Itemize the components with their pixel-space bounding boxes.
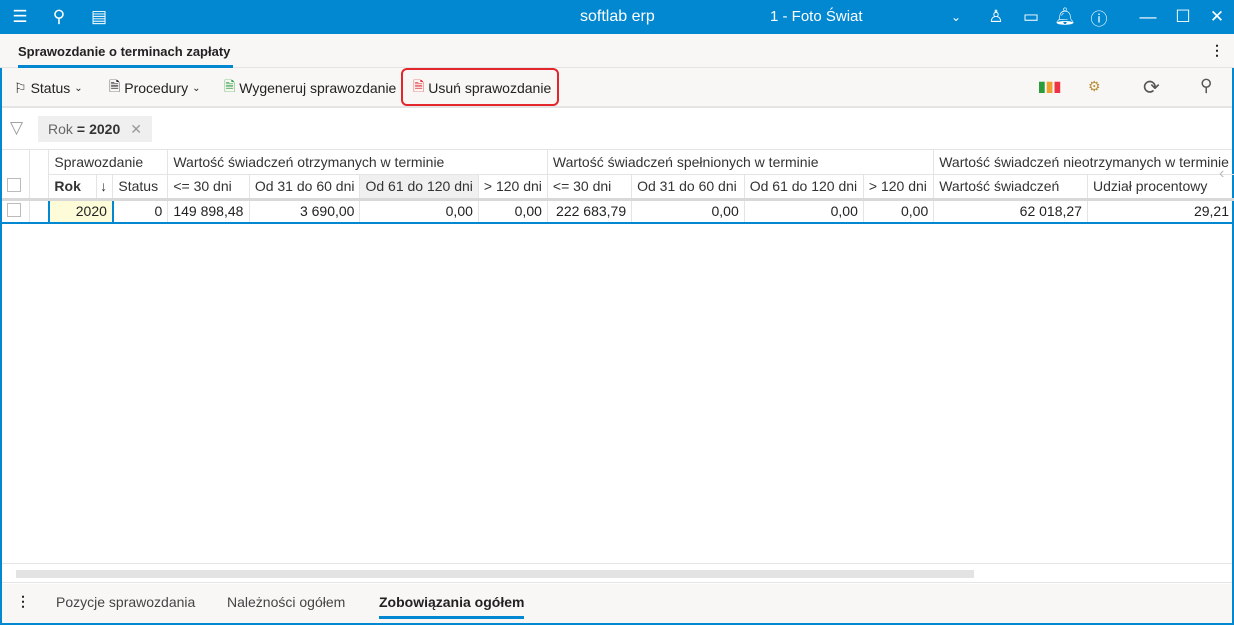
column-header[interactable]: Udział procentowy	[1086, 173, 1234, 201]
horizontal-scrollbar[interactable]	[2, 563, 1232, 583]
procedury-button[interactable]: 🗎 Procedury ⌄	[109, 76, 200, 100]
cell[interactable]: 0,00	[862, 198, 934, 224]
help-icon[interactable]: ⓘ	[1089, 7, 1109, 29]
table-row[interactable]: 2020 0 149 898,48 3 690,00 0,00 0,00 222…	[2, 198, 1234, 224]
news-icon[interactable]: ▤	[89, 7, 109, 27]
row-checkbox[interactable]	[7, 202, 21, 217]
more-icon[interactable]: ⋮	[1210, 42, 1224, 59]
company-selector[interactable]: 1 - Foto Świat	[770, 8, 863, 25]
filter-chip[interactable]: Rok = 2020 ✕	[38, 116, 152, 142]
chart-icon[interactable]: ▮▮▮	[1038, 78, 1061, 95]
group-header: Wartość świadczeń spełnionych w terminie	[546, 150, 934, 174]
close-icon[interactable]: ✕	[1207, 7, 1227, 27]
refresh-icon[interactable]: ⟳	[1143, 75, 1160, 100]
cell[interactable]: 0,00	[631, 198, 745, 224]
column-header[interactable]: Od 61 do 120 dni	[743, 173, 864, 201]
tab-naleznosci[interactable]: Należności ogółem	[227, 594, 345, 610]
toolbar: ⚐ Status ⌄ 🗎 Procedury ⌄ 🗎 Wygeneruj sprawozd…	[2, 68, 1232, 108]
remove-filter-icon[interactable]: ✕	[130, 121, 142, 138]
cell[interactable]: 0	[112, 198, 168, 224]
cell[interactable]: 149 898,48	[167, 198, 250, 224]
sort-desc-icon[interactable]: ↓	[96, 173, 113, 201]
user-icon[interactable]: ♙	[986, 7, 1006, 27]
tab-zobowiazania[interactable]: Zobowiązania ogółem	[379, 594, 525, 619]
group-header: Sprawozdanie	[48, 150, 168, 174]
column-header-rok[interactable]: Rok	[48, 173, 97, 201]
column-header[interactable]: Od 31 do 60 dni	[248, 173, 360, 201]
cell[interactable]: 0,00	[743, 198, 864, 224]
menu-icon[interactable]: ☰	[10, 7, 30, 27]
column-header[interactable]: <= 30 dni	[167, 173, 250, 201]
filter-bar: ▽ Rok = 2020 ✕	[2, 110, 1232, 150]
cell[interactable]: 3 690,00	[248, 198, 360, 224]
cell[interactable]: 0,00	[359, 198, 479, 224]
report-table: Sprawozdanie Wartość świadczeń otrzymany…	[2, 150, 1234, 224]
chevron-down-icon[interactable]: ⌄	[946, 7, 966, 27]
document-gear-icon: 🗎	[109, 78, 121, 94]
tab-sprawozdanie[interactable]: Sprawozdanie o terminach zapłaty	[18, 44, 233, 68]
column-header[interactable]: Od 61 do 120 dni	[359, 173, 479, 201]
search-icon[interactable]: ⚲	[49, 7, 69, 27]
title-bar: ☰ ⚲ ▤ softlab erp 1 - Foto Świat ⌄ ♙ ▭ 🔔…	[0, 0, 1234, 34]
bottom-tabs: ⋮ Pozycje sprawozdania Należności ogółem…	[2, 584, 1232, 623]
more-icon[interactable]: ⋮	[16, 593, 30, 610]
group-header: Wartość świadczeń nieotrzymanych w termi…	[933, 150, 1234, 174]
generate-report-button[interactable]: 🗎 Wygeneruj sprawozdanie	[224, 76, 396, 100]
status-button[interactable]: ⚐ Status ⌄	[14, 76, 83, 100]
group-header: Wartość świadczeń otrzymanych w terminie	[167, 150, 548, 174]
cell[interactable]: 62 018,27	[933, 198, 1088, 224]
scrollbar-thumb[interactable]	[16, 570, 974, 578]
column-header[interactable]: Status	[112, 173, 168, 201]
tab-pozycje[interactable]: Pozycje sprawozdania	[56, 594, 195, 610]
filter-icon[interactable]: ▽	[10, 118, 23, 138]
column-header[interactable]: > 120 dni	[477, 173, 548, 201]
highlight-box	[401, 68, 559, 106]
document-tabs: Sprawozdanie o terminach zapłaty ⋮	[0, 34, 1234, 68]
chevron-down-icon: ⌄	[74, 82, 83, 94]
column-header[interactable]: Wartość świadczeń	[933, 173, 1088, 201]
column-header[interactable]: <= 30 dni	[546, 173, 632, 201]
bell-icon[interactable]: 🔔︎	[1054, 7, 1076, 27]
scroll-left-icon[interactable]: ‹	[1219, 165, 1224, 183]
app-title: softlab erp	[580, 8, 655, 25]
select-all-checkbox[interactable]	[7, 177, 21, 192]
cell-rok[interactable]: 2020	[47, 198, 114, 224]
search-filter-icon[interactable]: ⚲	[1200, 76, 1212, 96]
chat-icon[interactable]: ▭	[1021, 7, 1041, 27]
chevron-down-icon: ⌄	[192, 82, 201, 94]
settings-alert-icon[interactable]: ⚙	[1088, 78, 1101, 95]
cell[interactable]: 222 683,79	[546, 198, 632, 224]
minimize-icon[interactable]: —	[1138, 7, 1158, 27]
cell[interactable]: 29,21	[1086, 198, 1234, 224]
maximize-icon[interactable]: ☐	[1173, 7, 1193, 27]
flag-icon: ⚐	[14, 79, 27, 96]
cell[interactable]: 0,00	[477, 198, 548, 224]
document-add-icon: 🗎	[224, 78, 236, 94]
column-header[interactable]: > 120 dni	[862, 173, 934, 201]
column-header[interactable]: Od 31 do 60 dni	[631, 173, 745, 201]
